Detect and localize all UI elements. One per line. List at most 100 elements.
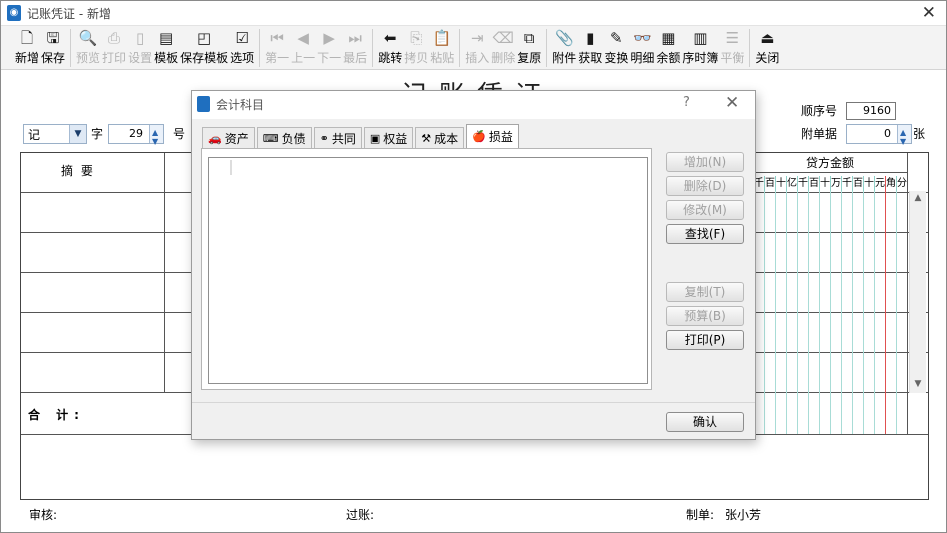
- copy-button[interactable]: 复制(T): [666, 282, 744, 302]
- first-icon: ⏮: [270, 29, 284, 47]
- text-cursor: [230, 160, 232, 175]
- toolbar-insert-row-button[interactable]: ⇥ 插入: [464, 26, 490, 70]
- budget-button[interactable]: 预算(B): [666, 306, 744, 326]
- toolbar-save-template-button[interactable]: ◰ 保存模板: [179, 26, 229, 70]
- delete-button[interactable]: 删除(D): [666, 176, 744, 196]
- toolbar-button-label: 打印: [102, 51, 127, 65]
- tab-label: 损益: [488, 130, 513, 144]
- zhang-label: 张: [913, 127, 926, 141]
- toolbar-button-label: 下一: [317, 51, 342, 65]
- toolbar-copy-button[interactable]: ⎘ 拷贝: [403, 26, 429, 70]
- restore-icon: ⧉: [523, 29, 535, 47]
- maker-label: 制单:: [686, 508, 715, 522]
- attach-count-value: 0: [884, 127, 891, 140]
- delete-row-icon: ⌫: [492, 29, 514, 47]
- digit-column-header: 百: [764, 176, 775, 191]
- tab-equity[interactable]: ▣ 权益: [363, 127, 414, 148]
- digit-column-line: [852, 191, 853, 434]
- voucher-number-spinner[interactable]: 29: [108, 124, 164, 151]
- toolbar-binoculars-button[interactable]: 👓 明细: [629, 26, 655, 70]
- dialog-close-button[interactable]: ✕: [725, 93, 739, 113]
- toolbar-balance-check-button[interactable]: ☰ 平衡: [719, 26, 745, 70]
- toolbar-options-button[interactable]: ☑ 选项: [229, 26, 255, 70]
- voucher-window: ◉ 记账凭证 - 新增 ✕ 🗋 新增 🖫 保存 🔍 预览 ⎙ 打印 ▯ 设置 ▤ 模板 ◰ 保存模板 ☑ 选项…: [0, 0, 947, 533]
- toolbar-separator: [749, 29, 751, 67]
- audit-label: 审核:: [29, 508, 58, 522]
- posting-label: 过账:: [346, 508, 375, 522]
- toolbar-button-label: 粘贴: [430, 51, 455, 65]
- title-bar: ◉ 记账凭证 - 新增 ✕: [1, 1, 946, 25]
- toolbar-prev-button[interactable]: ◀ 上一: [290, 26, 316, 70]
- confirm-button[interactable]: 确认: [666, 412, 744, 432]
- toolbar-transform-button[interactable]: ✎ 变换: [603, 26, 629, 70]
- account-tree-list[interactable]: [208, 157, 648, 384]
- voucher-type-value: 记: [28, 128, 41, 142]
- toolbar-save-button[interactable]: 🖫 保存: [40, 26, 66, 70]
- toolbar-delete-row-button[interactable]: ⌫ 删除: [490, 26, 516, 70]
- shared-icon: ⚭: [319, 131, 329, 145]
- tab-label: 负债: [281, 131, 306, 146]
- digit-column-line: [764, 191, 765, 434]
- voucher-type-select[interactable]: 记 ▼: [23, 124, 87, 144]
- new-doc-icon: 🗋: [20, 29, 34, 47]
- toolbar-button-label: 序时簿: [682, 51, 719, 65]
- toolbar-button-label: 附件: [552, 51, 577, 65]
- toolbar-jump-button[interactable]: ⬅ 跳转: [377, 26, 403, 70]
- tab-keyboard[interactable]: ⌨ 负债: [256, 127, 312, 148]
- seq-value-field[interactable]: 9160: [846, 102, 896, 120]
- digit-column-header: 亿: [786, 176, 797, 191]
- fetch-icon: ▮: [586, 29, 595, 47]
- modify-button[interactable]: 修改(M): [666, 200, 744, 220]
- spinner-arrows-icon[interactable]: [149, 124, 163, 151]
- toolbar-journal-button[interactable]: ▥ 序时簿: [681, 26, 719, 70]
- tab-car[interactable]: 🚗 资产: [202, 127, 255, 148]
- spinner-arrows-icon[interactable]: [897, 124, 911, 151]
- chevron-down-icon[interactable]: ▼: [69, 125, 86, 143]
- toolbar-first-button[interactable]: ⏮ 第一: [264, 26, 290, 70]
- toolbar-page-setup-button[interactable]: ▯ 设置: [127, 26, 153, 70]
- toolbar-print-button[interactable]: ⎙ 打印: [101, 26, 127, 70]
- attach-count-spinner[interactable]: 0: [846, 124, 912, 151]
- toolbar-next-button[interactable]: ▶ 下一: [316, 26, 342, 70]
- toolbar-exit-button[interactable]: ⏏ 关闭: [754, 26, 780, 70]
- digit-column-header: 角: [885, 176, 896, 191]
- toolbar-attachment-button[interactable]: 📎 附件: [551, 26, 577, 70]
- close-window-button[interactable]: ✕: [922, 3, 936, 23]
- print-button[interactable]: 打印(P): [666, 330, 744, 350]
- toolbar-balance-button[interactable]: ▦ 余额: [655, 26, 681, 70]
- digit-column-header: 百: [808, 176, 819, 191]
- car-icon: 🚗: [208, 131, 222, 145]
- toolbar-last-button[interactable]: ⏭ 最后: [342, 26, 368, 70]
- hao-label: 号: [173, 127, 186, 141]
- digit-column-header: 元: [874, 176, 885, 191]
- next-icon: ▶: [323, 29, 335, 47]
- col-summary-header: 摘 要: [61, 164, 95, 178]
- digit-column-line: [786, 191, 787, 434]
- toolbar-template-button[interactable]: ▤ 模板: [153, 26, 179, 70]
- account-category-tabs: 🚗 资产 ⌨ 负债 ⚭ 共同 ▣ 权益 ⚒ 成本 🍎 损益: [202, 124, 521, 148]
- find-button[interactable]: 查找(F): [666, 224, 744, 244]
- toolbar-preview-button[interactable]: 🔍 预览: [75, 26, 101, 70]
- tab-apple[interactable]: 🍎 损益: [466, 124, 519, 148]
- toolbar-paste-button[interactable]: 📋 粘贴: [429, 26, 455, 70]
- toolbar-separator: [259, 29, 261, 67]
- toolbar-new-doc-button[interactable]: 🗋 新增: [14, 26, 40, 70]
- scroll-down-icon[interactable]: ▼: [912, 379, 924, 391]
- add-button[interactable]: 增加(N): [666, 152, 744, 172]
- toolbar-fetch-button[interactable]: ▮ 获取: [577, 26, 603, 70]
- balance-icon: ▦: [661, 29, 676, 47]
- toolbar-button-label: 复原: [517, 51, 542, 65]
- digit-column-header: 千: [797, 176, 808, 191]
- save-icon: 🖫: [46, 29, 60, 47]
- toolbar-button-label: 明细: [630, 51, 655, 65]
- tab-shared[interactable]: ⚭ 共同: [313, 127, 362, 148]
- digit-column-line: [819, 191, 820, 434]
- tab-cost[interactable]: ⚒ 成本: [415, 127, 465, 148]
- toolbar-button-label: 拷贝: [404, 51, 429, 65]
- help-button[interactable]: ?: [683, 95, 690, 110]
- transform-icon: ✎: [610, 29, 623, 47]
- exit-icon: ⏏: [760, 29, 775, 47]
- toolbar-restore-button[interactable]: ⧉ 复原: [516, 26, 542, 70]
- scroll-up-icon[interactable]: ▲: [912, 193, 924, 205]
- grid-vertical-scrollbar[interactable]: ▲ ▼: [909, 191, 926, 393]
